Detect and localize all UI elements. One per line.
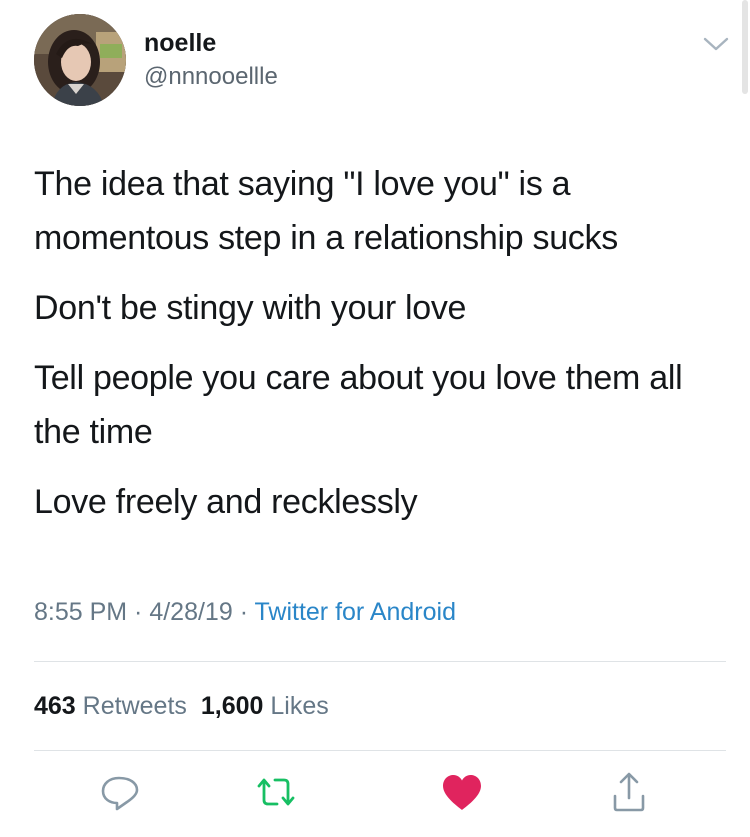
reply-icon[interactable]	[97, 770, 143, 816]
avatar[interactable]	[34, 14, 126, 106]
action-bar	[0, 770, 750, 820]
tweet-paragraph: Don't be stingy with your love	[34, 289, 467, 327]
tweet-time: 8:55 PM	[34, 598, 128, 626]
display-name[interactable]: noelle	[144, 28, 278, 58]
tweet-paragraph: The idea that saying "I love you" is a m…	[34, 165, 618, 257]
retweet-icon[interactable]	[253, 770, 299, 816]
username-handle[interactable]: @nnnooellle	[144, 62, 278, 92]
meta-separator: ·	[127, 598, 150, 626]
tweet-metadata: 8:55 PM · 4/28/19 · Twitter for Android	[34, 596, 456, 628]
tweet-text: The idea that saying "I love you" is a m…	[34, 157, 724, 545]
share-icon[interactable]	[606, 770, 652, 816]
likes-label: Likes	[270, 692, 329, 720]
likes-count: 1,600	[200, 692, 264, 720]
tweet-header: noelle @nnnooellle	[34, 14, 730, 114]
avatar-photo	[34, 14, 126, 106]
meta-separator: ·	[232, 598, 255, 626]
scrollbar[interactable]	[742, 0, 748, 94]
retweets-count: 463	[34, 692, 76, 720]
tweet-paragraph: Love freely and recklessly	[34, 483, 418, 521]
author-names: noelle @nnnooellle	[144, 28, 278, 92]
tweet-detail-view: noelle @nnnooellle The idea that saying …	[0, 0, 750, 837]
tweet-paragraph: Tell people you care about you love them…	[34, 359, 683, 451]
likes-stat[interactable]: 1,600 Likes	[201, 692, 329, 720]
divider	[34, 661, 726, 662]
tweet-source-link[interactable]: Twitter for Android	[255, 598, 456, 626]
heart-icon[interactable]	[439, 770, 485, 816]
chevron-down-icon[interactable]	[702, 34, 730, 54]
engagement-stats: 463 Retweets 1,600 Likes	[34, 690, 329, 722]
retweets-label: Retweets	[82, 692, 187, 720]
tweet-date: 4/28/19	[149, 598, 233, 626]
divider	[34, 750, 726, 751]
retweets-stat[interactable]: 463 Retweets	[34, 692, 187, 720]
